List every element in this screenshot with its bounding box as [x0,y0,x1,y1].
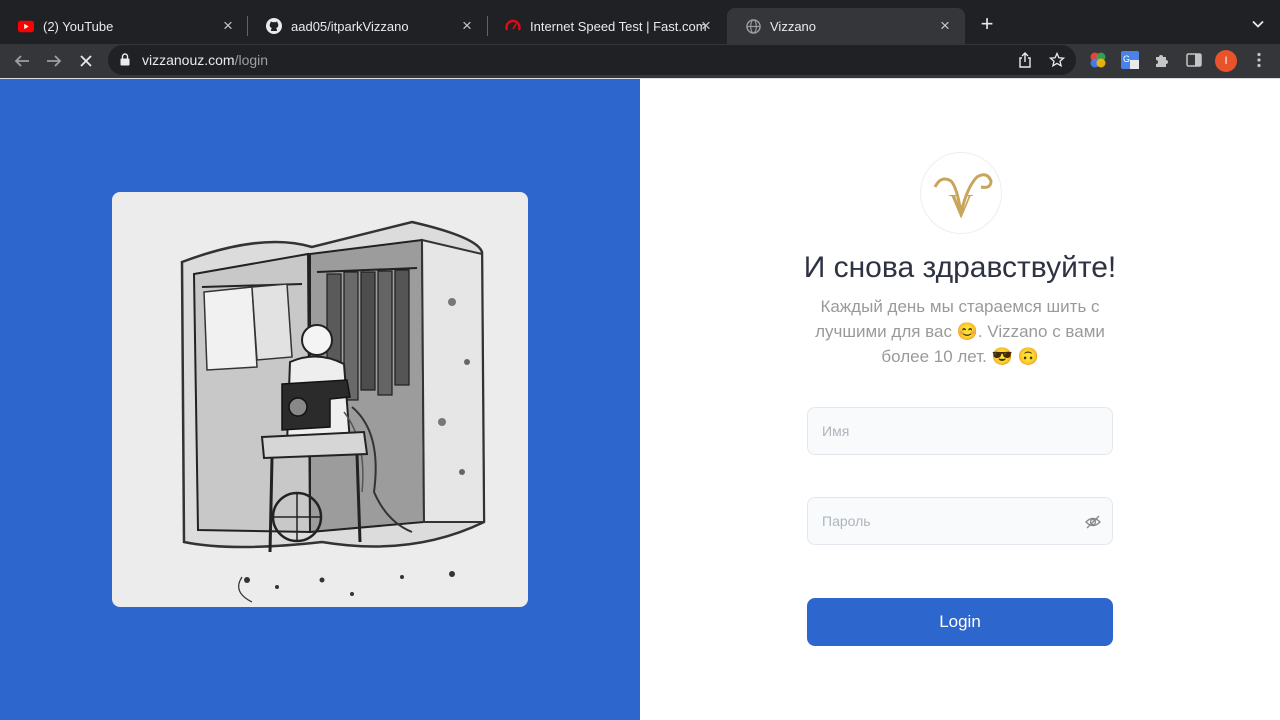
close-tab-icon[interactable]: × [935,16,955,36]
tab-title: Internet Speed Test | Fast.com [530,18,707,34]
lock-icon[interactable] [120,53,130,71]
welcome-subtitle: Каждый день мы стараемся шить с лучшими … [815,297,1105,366]
color-picker-extension-icon[interactable] [1088,50,1108,70]
close-tab-icon[interactable]: × [218,16,238,36]
password-field[interactable] [807,497,1113,545]
tab-title: (2) YouTube [43,18,114,34]
browser-toolbar: vizzanouz.com/login G I [0,44,1280,78]
browser-menu-icon[interactable] [1249,50,1269,70]
page-title: И снова здравствуйте! [803,251,1117,284]
url-text: vizzanouz.com/login [142,52,268,68]
stop-loading-icon[interactable] [74,49,98,73]
tab-strip: (2) YouTube × aad05/itparkVizzano × Inte… [0,0,1280,44]
back-icon[interactable] [10,49,34,73]
logo-letter: V [949,188,974,225]
extensions-puzzle-icon[interactable] [1152,50,1172,70]
tailor-illustration [112,192,528,607]
name-field[interactable] [807,407,1113,455]
login-button[interactable]: Login [807,598,1113,646]
login-panel: V И снова здравствуйте! Каждый день мы с… [640,79,1280,720]
tab-vizzano[interactable]: Vizzano × [727,8,965,44]
url-path: /login [234,52,269,68]
eye-slash-icon[interactable] [1084,513,1102,531]
fast-icon [505,18,521,34]
share-icon[interactable] [1016,51,1034,69]
tab-github[interactable]: aad05/itparkVizzano × [248,8,487,44]
tab-title: aad05/itparkVizzano [291,18,409,34]
profile-avatar[interactable]: I [1215,50,1237,72]
forward-icon[interactable] [42,49,66,73]
tab-search-icon[interactable] [1248,14,1268,34]
svg-text:G: G [1123,54,1130,64]
side-panel-icon[interactable] [1184,50,1204,70]
close-tab-icon[interactable]: × [696,16,716,36]
new-tab-icon[interactable]: + [976,13,998,36]
vizzano-logo: V [920,152,1002,234]
hero-panel [0,79,640,720]
password-input[interactable] [822,507,1084,535]
github-icon [266,18,282,34]
youtube-icon [18,18,34,34]
close-tab-icon[interactable]: × [457,16,477,36]
globe-icon [745,18,761,34]
name-input[interactable] [822,417,1084,445]
tab-youtube[interactable]: (2) YouTube × [0,8,248,44]
url-host: vizzanouz.com [142,52,235,68]
tab-fast[interactable]: Internet Speed Test | Fast.com × [487,8,726,44]
tab-title: Vizzano [770,18,817,34]
bookmark-star-icon[interactable] [1048,51,1066,69]
translate-extension-icon[interactable]: G [1120,50,1140,70]
address-bar[interactable]: vizzanouz.com/login [108,45,1076,75]
